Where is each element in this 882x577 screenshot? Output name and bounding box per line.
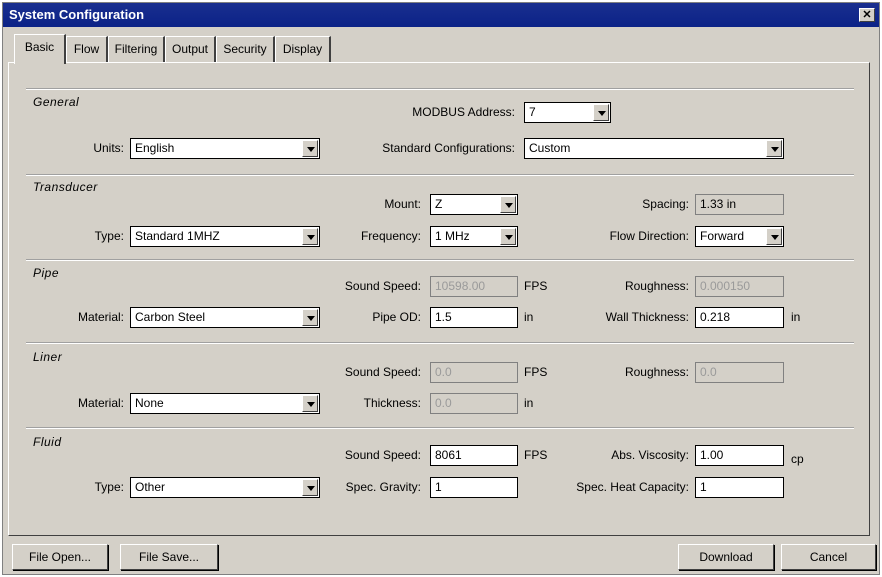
- units-select[interactable]: English: [130, 138, 320, 159]
- close-icon[interactable]: ✕: [859, 8, 875, 22]
- abs-viscosity-unit: cp: [791, 452, 804, 466]
- transducer-type-select[interactable]: Standard 1MHZ: [130, 226, 320, 247]
- chevron-down-icon[interactable]: [302, 309, 318, 326]
- modbus-address-value: 7: [529, 105, 536, 119]
- frequency-select[interactable]: 1 MHz: [430, 226, 518, 247]
- standard-configurations-label: Standard Configurations:: [382, 141, 515, 155]
- transducer-type-value: Standard 1MHZ: [135, 229, 220, 243]
- section-divider: [26, 259, 854, 261]
- liner-sound-speed-unit: FPS: [524, 365, 548, 379]
- fluid-sound-speed-unit: FPS: [524, 448, 548, 462]
- tab-security[interactable]: Security: [216, 36, 275, 62]
- chevron-down-icon[interactable]: [302, 228, 318, 245]
- transducer-type-label: Type:: [94, 229, 124, 243]
- section-divider: [26, 342, 854, 344]
- units-label: Units:: [93, 141, 124, 155]
- pipe-material-label: Material:: [77, 310, 124, 324]
- chevron-down-icon[interactable]: [302, 140, 318, 157]
- pipe-od-input[interactable]: 1.5: [430, 307, 518, 328]
- pipe-material-select[interactable]: Carbon Steel: [130, 307, 320, 328]
- standard-configurations-select[interactable]: Custom: [524, 138, 784, 159]
- units-value: English: [135, 141, 175, 155]
- standard-configurations-value: Custom: [529, 141, 571, 155]
- liner-sound-speed-field: 0.0: [430, 362, 518, 383]
- liner-material-select[interactable]: None: [130, 393, 320, 414]
- pipe-od-label: Pipe OD:: [372, 310, 421, 324]
- pipe-roughness-field: 0.000150: [695, 276, 784, 297]
- chevron-down-icon[interactable]: [766, 140, 782, 157]
- fluid-type-label: Type:: [94, 480, 124, 494]
- section-title-transducer: Transducer: [33, 180, 98, 194]
- chevron-down-icon[interactable]: [302, 479, 318, 496]
- section-title-liner: Liner: [33, 350, 63, 364]
- modbus-address-label: MODBUS Address:: [412, 105, 515, 119]
- wall-thickness-unit: in: [791, 310, 801, 324]
- mount-select[interactable]: Z: [430, 194, 518, 215]
- pipe-sound-speed-unit: FPS: [524, 279, 548, 293]
- fluid-sound-speed-label: Sound Speed:: [344, 448, 421, 462]
- pipe-material-value: Carbon Steel: [135, 310, 206, 324]
- flow-direction-value: Forward: [700, 229, 745, 243]
- liner-material-label: Material:: [77, 396, 124, 410]
- section-divider: [26, 174, 854, 176]
- spec-gravity-label: Spec. Gravity:: [345, 480, 421, 494]
- tab-filtering[interactable]: Filtering: [108, 36, 165, 62]
- liner-thickness-field: 0.0: [430, 393, 518, 414]
- chevron-down-icon[interactable]: [766, 228, 782, 245]
- flow-direction-label: Flow Direction:: [609, 229, 689, 243]
- fluid-type-select[interactable]: Other: [130, 477, 320, 498]
- chevron-down-icon[interactable]: [500, 196, 516, 213]
- spec-heat-capacity-label: Spec. Heat Capacity:: [576, 480, 689, 494]
- chevron-down-icon[interactable]: [500, 228, 516, 245]
- spec-heat-capacity-input[interactable]: 1: [695, 477, 784, 498]
- mount-label: Mount:: [384, 197, 421, 211]
- abs-viscosity-input[interactable]: 1.00: [695, 445, 784, 466]
- abs-viscosity-label: Abs. Viscosity:: [611, 448, 689, 462]
- tab-basic[interactable]: Basic: [14, 34, 66, 64]
- spacing-label: Spacing:: [642, 197, 689, 211]
- wall-thickness-label: Wall Thickness:: [605, 310, 689, 324]
- pipe-sound-speed-label: Sound Speed:: [344, 279, 421, 293]
- spec-gravity-input[interactable]: 1: [430, 477, 518, 498]
- fluid-type-value: Other: [135, 480, 166, 494]
- liner-roughness-label: Roughness:: [624, 365, 689, 379]
- modbus-address-select[interactable]: 7: [524, 102, 611, 123]
- pipe-od-unit: in: [524, 310, 534, 324]
- mount-value: Z: [435, 197, 443, 211]
- pipe-roughness-label: Roughness:: [624, 279, 689, 293]
- flow-direction-select[interactable]: Forward: [695, 226, 784, 247]
- file-save-button[interactable]: File Save...: [120, 544, 218, 570]
- section-title-general: General: [33, 95, 80, 109]
- frequency-label: Frequency:: [360, 229, 421, 243]
- cancel-button[interactable]: Cancel: [781, 544, 876, 570]
- section-divider: [26, 88, 854, 90]
- liner-roughness-field: 0.0: [695, 362, 784, 383]
- liner-material-value: None: [135, 396, 164, 410]
- fluid-sound-speed-input[interactable]: 8061: [430, 445, 518, 466]
- liner-thickness-label: Thickness:: [363, 396, 421, 410]
- tab-flow[interactable]: Flow: [66, 36, 108, 62]
- tab-display[interactable]: Display: [275, 36, 331, 62]
- window-title: System Configuration: [9, 7, 145, 22]
- section-title-pipe: Pipe: [33, 266, 60, 280]
- frequency-value: 1 MHz: [435, 229, 470, 243]
- download-button[interactable]: Download: [678, 544, 774, 570]
- wall-thickness-input[interactable]: 0.218: [695, 307, 784, 328]
- liner-sound-speed-label: Sound Speed:: [344, 365, 421, 379]
- chevron-down-icon[interactable]: [302, 395, 318, 412]
- liner-thickness-unit: in: [524, 396, 534, 410]
- pipe-sound-speed-field: 10598.00: [430, 276, 518, 297]
- tab-output[interactable]: Output: [165, 36, 216, 62]
- chevron-down-icon[interactable]: [593, 104, 609, 121]
- spacing-field: 1.33 in: [695, 194, 784, 215]
- file-open-button[interactable]: File Open...: [12, 544, 108, 570]
- section-divider: [26, 427, 854, 429]
- section-title-fluid: Fluid: [33, 435, 62, 449]
- title-bar: System Configuration ✕: [3, 3, 879, 27]
